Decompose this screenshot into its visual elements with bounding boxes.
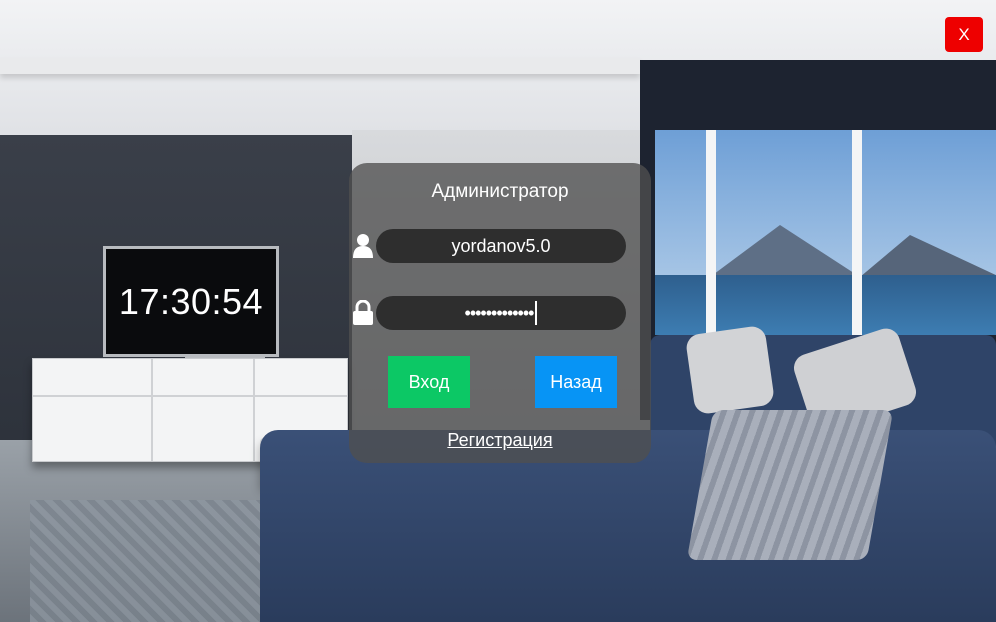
close-button[interactable]: X [945,17,983,52]
tv-screen: 17:30:54 [103,246,279,357]
password-field[interactable]: ••••••••••••• [376,296,626,330]
mountain [860,235,996,277]
username-value: yordanov5.0 [451,235,551,256]
password-value: ••••••••••••• [464,302,535,323]
text-caret [535,301,538,325]
login-button[interactable]: Вход [388,356,470,408]
register-link[interactable]: Регистрация [349,430,651,451]
cornice [0,58,640,74]
back-button[interactable]: Назад [535,356,617,408]
login-panel: Администратор yordanov5.0 ••••••••••••• … [349,163,651,463]
user-icon [353,234,373,258]
throw-blanket [686,410,894,560]
lock-icon [353,300,373,325]
window-mullion [852,130,862,360]
mountain [710,225,860,277]
clock-display: 17:30:54 [118,280,264,322]
panel-title: Администратор [431,181,569,202]
username-field[interactable]: yordanov5.0 [376,229,626,263]
window-mullion [706,130,716,360]
pillow [684,324,776,416]
